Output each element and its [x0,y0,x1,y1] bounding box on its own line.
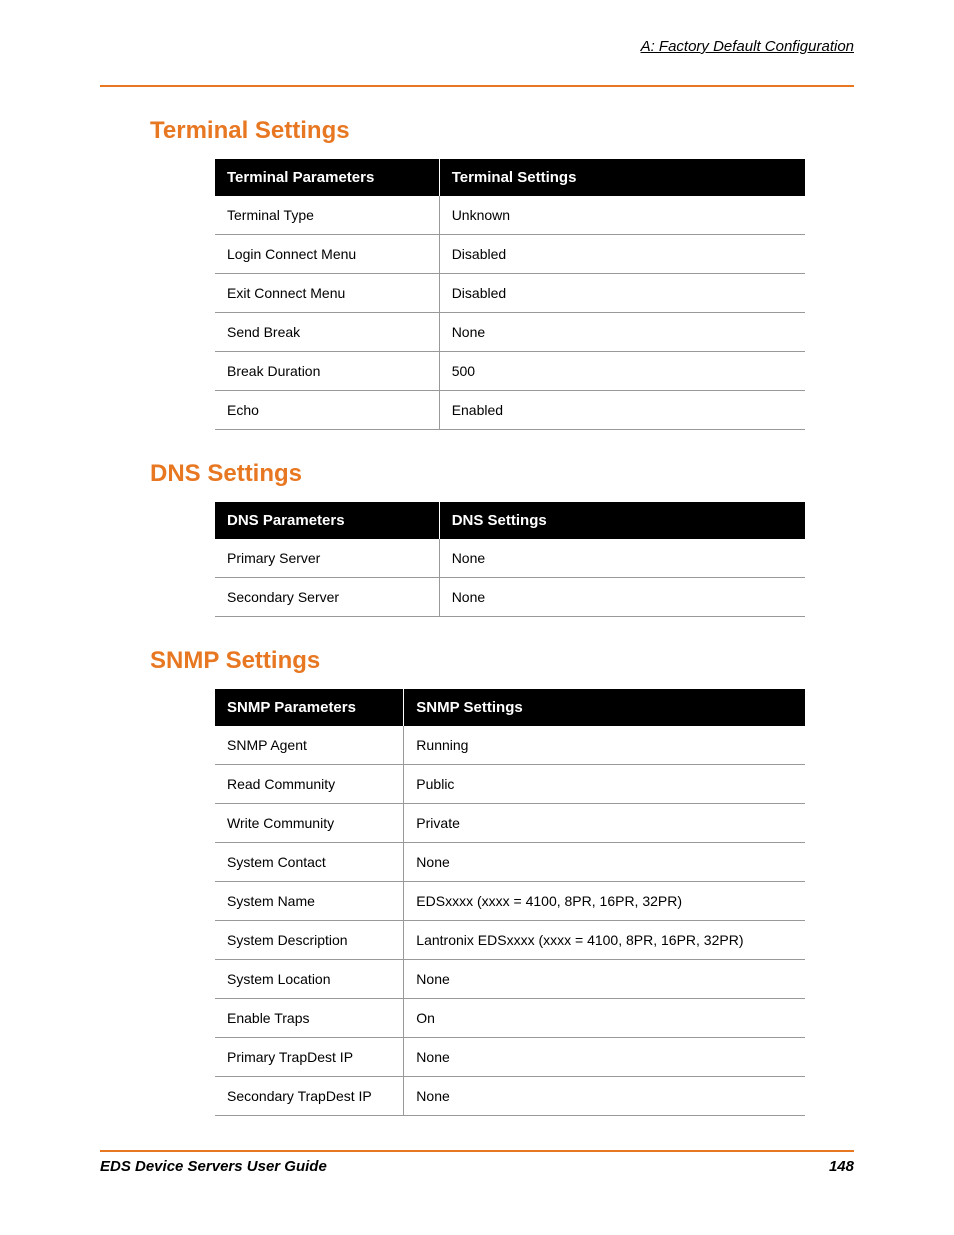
cell-value: Running [404,726,805,765]
footer-doc-title: EDS Device Servers User Guide [100,1158,327,1175]
table-row: System DescriptionLantronix EDSxxxx (xxx… [215,921,805,960]
heading-snmp-settings: SNMP Settings [150,647,854,675]
cell-value: Enabled [439,391,805,430]
cell-value: None [439,578,805,617]
footer-page-number: 148 [829,1158,854,1175]
table-row: System NameEDSxxxx (xxxx = 4100, 8PR, 16… [215,882,805,921]
cell-value: 500 [439,352,805,391]
table-row: System LocationNone [215,960,805,999]
table-dns-settings: DNS Parameters DNS Settings Primary Serv… [215,502,805,617]
cell-value: EDSxxxx (xxxx = 4100, 8PR, 16PR, 32PR) [404,882,805,921]
header-section-label: A: Factory Default Configuration [100,38,854,55]
cell-param: Exit Connect Menu [215,274,439,313]
cell-param: System Location [215,960,404,999]
table-row: Exit Connect MenuDisabled [215,274,805,313]
cell-param: Primary Server [215,539,439,578]
cell-value: None [439,539,805,578]
th-terminal-parameters: Terminal Parameters [215,159,439,196]
cell-value: Public [404,765,805,804]
cell-param: Secondary Server [215,578,439,617]
table-row: Read CommunityPublic [215,765,805,804]
heading-terminal-settings: Terminal Settings [150,117,854,145]
cell-value: Disabled [439,274,805,313]
cell-value: Unknown [439,196,805,235]
cell-param: Echo [215,391,439,430]
table-row: Primary ServerNone [215,539,805,578]
table-row: Send BreakNone [215,313,805,352]
cell-param: Primary TrapDest IP [215,1038,404,1077]
table-snmp-settings: SNMP Parameters SNMP Settings SNMP Agent… [215,689,805,1116]
table-row: System ContactNone [215,843,805,882]
table-row: Write CommunityPrivate [215,804,805,843]
th-snmp-settings: SNMP Settings [404,689,805,726]
th-dns-settings: DNS Settings [439,502,805,539]
table-row: SNMP AgentRunning [215,726,805,765]
table-row: Secondary ServerNone [215,578,805,617]
table-row: Enable TrapsOn [215,999,805,1038]
th-terminal-settings: Terminal Settings [439,159,805,196]
cell-param: Secondary TrapDest IP [215,1077,404,1116]
cell-value: None [404,1077,805,1116]
table-row: Login Connect MenuDisabled [215,235,805,274]
table-row: Break Duration500 [215,352,805,391]
cell-value: None [439,313,805,352]
cell-param: Send Break [215,313,439,352]
cell-param: Terminal Type [215,196,439,235]
table-row: Primary TrapDest IPNone [215,1038,805,1077]
table-row: Terminal TypeUnknown [215,196,805,235]
cell-param: SNMP Agent [215,726,404,765]
page-footer: EDS Device Servers User Guide 148 [100,1150,854,1175]
cell-param: System Description [215,921,404,960]
cell-value: Disabled [439,235,805,274]
table-row: Secondary TrapDest IPNone [215,1077,805,1116]
cell-param: Enable Traps [215,999,404,1038]
cell-value: Private [404,804,805,843]
cell-param: Write Community [215,804,404,843]
cell-param: Read Community [215,765,404,804]
cell-value: None [404,1038,805,1077]
th-dns-parameters: DNS Parameters [215,502,439,539]
cell-param: Login Connect Menu [215,235,439,274]
cell-value: Lantronix EDSxxxx (xxxx = 4100, 8PR, 16P… [404,921,805,960]
cell-param: System Name [215,882,404,921]
th-snmp-parameters: SNMP Parameters [215,689,404,726]
header-rule [100,85,854,87]
table-terminal-settings: Terminal Parameters Terminal Settings Te… [215,159,805,430]
cell-value: On [404,999,805,1038]
cell-param: System Contact [215,843,404,882]
heading-dns-settings: DNS Settings [150,460,854,488]
cell-value: None [404,843,805,882]
cell-value: None [404,960,805,999]
cell-param: Break Duration [215,352,439,391]
table-row: EchoEnabled [215,391,805,430]
